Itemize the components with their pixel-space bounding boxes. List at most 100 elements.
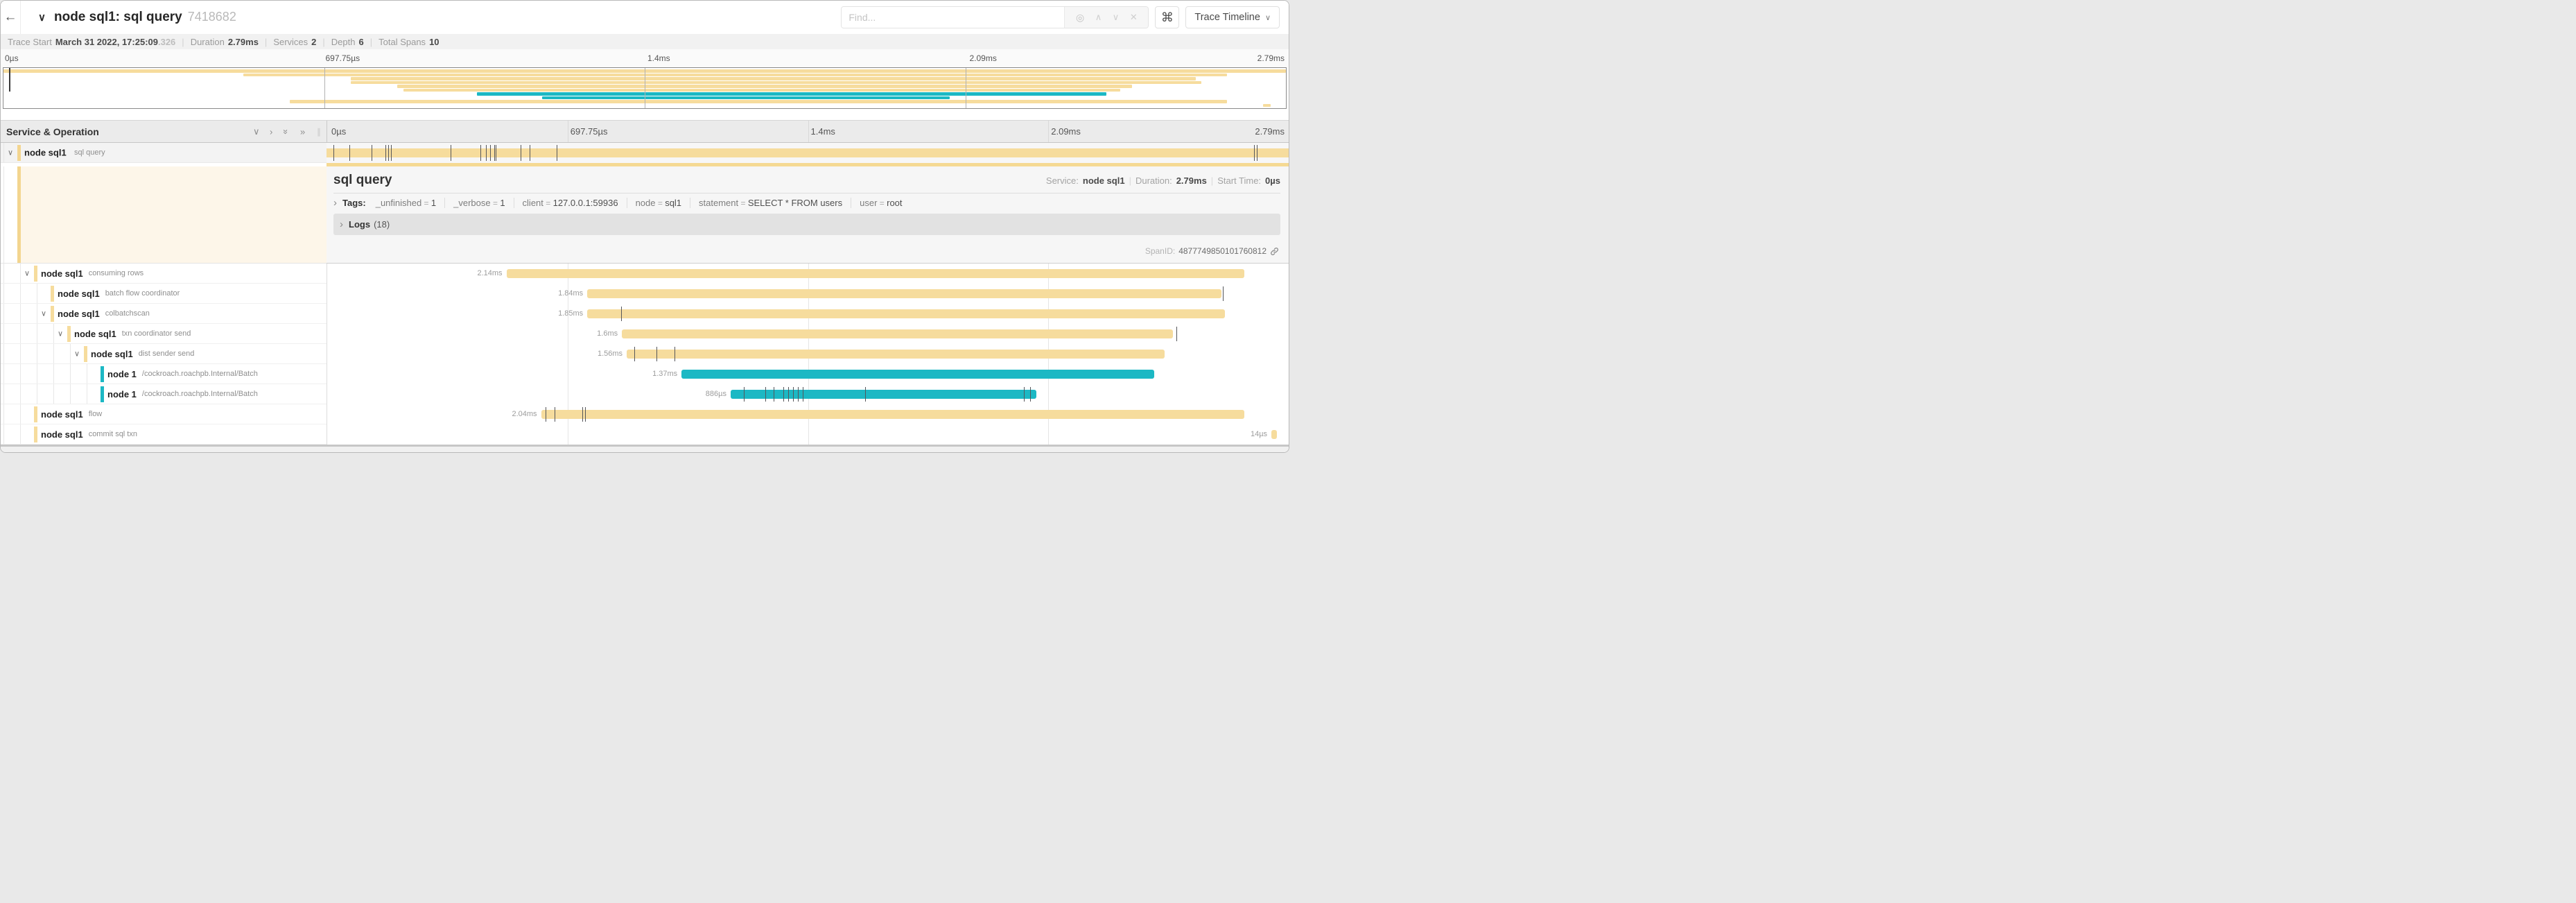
- timeline-tick-label: 2.79ms: [1257, 53, 1285, 63]
- span-bar-row[interactable]: 1.84ms: [327, 284, 1289, 304]
- log-marker-tick: [765, 387, 766, 402]
- indent-guide: [70, 344, 71, 363]
- service-operation-title: Service & Operation: [6, 126, 99, 137]
- divider: |: [1129, 175, 1131, 186]
- expand-all-icon[interactable]: »: [300, 126, 305, 137]
- indent-guide: [3, 324, 4, 343]
- span-bar-row[interactable]: 1.37ms: [327, 364, 1289, 384]
- clear-search-icon[interactable]: ✕: [1130, 12, 1138, 23]
- chevron-right-icon[interactable]: ›: [333, 197, 337, 209]
- span-bar-row[interactable]: 886µs: [327, 384, 1289, 404]
- span-bar[interactable]: [622, 329, 1173, 338]
- trace-start-value: March 31 2022, 17:25:09.326: [55, 37, 175, 47]
- back-button[interactable]: ←: [1, 1, 21, 34]
- chevron-down-icon[interactable]: ∨: [24, 269, 30, 278]
- span-bar[interactable]: [627, 350, 1165, 359]
- tree-row[interactable]: ∨node sql1consuming rows: [1, 264, 327, 284]
- view-selector-button[interactable]: Trace Timeline ∨: [1185, 6, 1280, 28]
- expand-one-icon[interactable]: ›: [270, 126, 272, 137]
- divider: |: [370, 37, 372, 47]
- detail-left-highlight: [21, 166, 327, 263]
- minimap-span-bar: [542, 96, 950, 100]
- chevron-down-icon[interactable]: ∨: [41, 309, 46, 318]
- span-duration-label: 1.56ms: [598, 344, 623, 364]
- trace-timeline-page: ← ∨ node sql1: sql query 7418682 ◎ ∧ ∨ ✕…: [0, 0, 1289, 453]
- span-bar[interactable]: [587, 289, 1221, 298]
- minimap-span-bar: [290, 100, 1227, 103]
- collapse-all-icon[interactable]: »: [281, 129, 291, 134]
- chevron-down-icon[interactable]: ∨: [74, 350, 80, 359]
- indent-guide: [20, 264, 21, 283]
- tag-value: SELECT * FROM users: [748, 198, 842, 208]
- tree-row[interactable]: node 1/cockroach.roachpb.Internal/Batch: [1, 364, 327, 384]
- indent-guide: [3, 284, 4, 303]
- span-bar[interactable]: [327, 148, 1289, 157]
- collapse-one-icon[interactable]: ∨: [253, 126, 260, 137]
- span-bar[interactable]: [731, 390, 1036, 399]
- span-operation-name: commit sql txn: [89, 430, 137, 438]
- span-bar[interactable]: [507, 269, 1245, 278]
- log-marker-tick: [388, 145, 389, 161]
- span-bar[interactable]: [541, 410, 1245, 419]
- span-bar-row[interactable]: 2.14ms: [327, 264, 1289, 284]
- minimap-span-bar: [403, 89, 1120, 92]
- span-bar-row-sql-query[interactable]: [327, 143, 1289, 163]
- span-bar[interactable]: [1271, 430, 1277, 439]
- log-marker-tick: [793, 387, 794, 402]
- indent-guide: [3, 384, 4, 404]
- prev-match-icon[interactable]: ∧: [1095, 12, 1102, 23]
- total-spans-label: Total Spans: [378, 37, 426, 47]
- minimap-span-bar: [1263, 104, 1271, 108]
- indent-guide: [70, 364, 71, 384]
- tag-value: sql1: [665, 198, 681, 208]
- minimap-drag-handle[interactable]: [9, 68, 10, 92]
- span-bar-row[interactable]: 14µs: [327, 424, 1289, 445]
- indent-guide: [3, 166, 4, 263]
- tag-value: 127.0.0.1:59936: [553, 198, 618, 208]
- column-resizer-grip[interactable]: ∥: [317, 127, 321, 137]
- tags-row[interactable]: › Tags: _unfinished = 1_verbose = 1clien…: [333, 194, 1280, 212]
- divider: |: [322, 37, 324, 47]
- tree-row[interactable]: node 1/cockroach.roachpb.Internal/Batch: [1, 384, 327, 404]
- span-bar-row[interactable]: 1.6ms: [327, 324, 1289, 344]
- span-bar-row[interactable]: 1.56ms: [327, 344, 1289, 364]
- link-icon[interactable]: [1270, 247, 1279, 256]
- tree-row[interactable]: node sql1commit sql txn: [1, 424, 327, 445]
- log-marker-tick: [494, 145, 495, 161]
- tree-row-sql-query[interactable]: ∨ node sql1 sql query: [1, 143, 327, 163]
- search-input[interactable]: [842, 7, 1064, 28]
- span-operation-name: /cockroach.roachpb.Internal/Batch: [142, 390, 258, 398]
- tag-key: node: [636, 198, 656, 208]
- tree-row[interactable]: ∨node sql1dist sender send: [1, 344, 327, 364]
- span-service-name: node 1: [107, 389, 137, 399]
- logs-label: Logs: [349, 219, 370, 230]
- indent-guide: [20, 364, 21, 384]
- logs-toggle[interactable]: › Logs (18): [333, 214, 1280, 235]
- tag-item: user = root: [851, 198, 910, 208]
- service-operation-header: Service & Operation ∨ › » » ∥: [1, 121, 327, 142]
- tree-row[interactable]: node sql1batch flow coordinator: [1, 284, 327, 304]
- span-color-strip: [17, 145, 21, 161]
- span-bar-row[interactable]: 2.04ms: [327, 404, 1289, 424]
- next-match-icon[interactable]: ∨: [1113, 12, 1120, 23]
- keyboard-shortcuts-button[interactable]: ⌘: [1155, 6, 1179, 28]
- chevron-down-icon[interactable]: ∨: [8, 148, 13, 157]
- log-marker-tick: [634, 347, 635, 361]
- log-marker-tick: [480, 145, 481, 161]
- tree-row[interactable]: ∨node sql1colbatchscan: [1, 304, 327, 324]
- collapse-trace-chevron-icon[interactable]: ∨: [38, 11, 46, 24]
- trace-minimap[interactable]: [3, 67, 1287, 109]
- span-bar-row[interactable]: 1.85ms: [327, 304, 1289, 324]
- log-marker-tick: [385, 145, 386, 161]
- chevron-down-icon[interactable]: ∨: [58, 329, 63, 338]
- tree-row[interactable]: ∨node sql1txn coordinator send: [1, 324, 327, 344]
- tree-row[interactable]: node sql1flow: [1, 404, 327, 424]
- trace-summary-bar: Trace Start March 31 2022, 17:25:09.326 …: [1, 34, 1289, 50]
- span-bar[interactable]: [681, 370, 1154, 379]
- span-bar[interactable]: [587, 309, 1225, 318]
- indent-guide: [3, 264, 4, 283]
- locate-icon[interactable]: ◎: [1076, 12, 1084, 24]
- span-service-name: node sql1: [58, 309, 100, 319]
- duration-label: Duration:: [1135, 175, 1172, 186]
- equals-sign: =: [491, 198, 501, 208]
